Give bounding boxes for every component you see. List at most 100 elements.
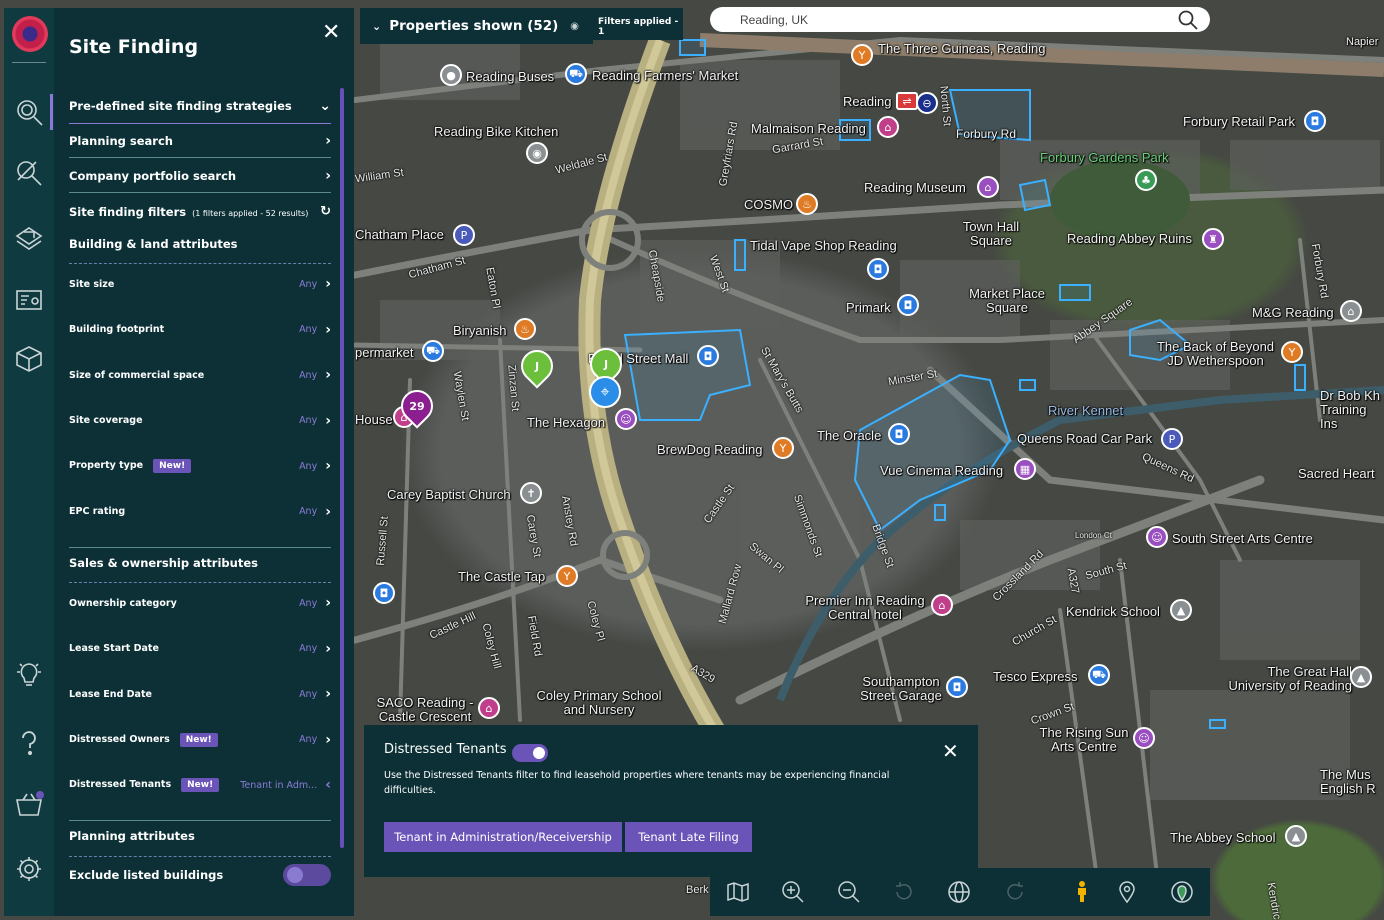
filter-row[interactable]: Distressed Owners New! Any › <box>69 732 331 748</box>
location-pin-icon[interactable] <box>1113 878 1141 906</box>
map-label: Tidal Vape Shop Reading <box>750 238 897 253</box>
location-icon[interactable]: ◉ <box>526 142 548 164</box>
tenant-late-filing-button[interactable]: Tenant Late Filing <box>625 822 752 852</box>
hotel-icon[interactable]: ⌂ <box>478 697 500 719</box>
filters-note: (1 filters applied - 52 results) <box>192 208 309 218</box>
school-icon[interactable]: ▲ <box>1170 599 1192 621</box>
pub-icon[interactable]: Y <box>851 44 873 66</box>
shopping-bag-icon[interactable]: ◘ <box>867 258 889 280</box>
properties-shown-bar[interactable]: ⌄ Properties shown (52) ◉ <box>360 8 593 44</box>
map-label: The Great Hall University of Reading <box>1228 664 1352 693</box>
tenant-administration-button[interactable]: Tenant in Administration/Receivership <box>384 822 622 852</box>
shopping-bag-icon[interactable]: ◘ <box>897 294 919 316</box>
close-popup-button[interactable]: ✕ <box>942 739 959 763</box>
shopping-icon[interactable]: ⛟ <box>1088 664 1110 686</box>
eye-icon[interactable]: ◉ <box>570 21 579 32</box>
theatre-icon[interactable]: ☺ <box>1133 727 1155 749</box>
rail-station-icon[interactable]: ⇌ <box>896 92 918 110</box>
filters-label: Site finding filters (1 filters applied -… <box>69 204 309 219</box>
filter-row[interactable]: Ownership category Any › <box>69 595 331 611</box>
shopping-bag-icon[interactable]: ◘ <box>888 423 910 445</box>
parking-icon[interactable]: P <box>1161 428 1183 450</box>
search-sites-icon[interactable] <box>12 95 46 129</box>
restaurant-icon[interactable]: ♨ <box>796 193 818 215</box>
refresh-icon[interactable]: ↻ <box>320 204 331 219</box>
shopping-bag-icon[interactable]: ◘ <box>373 582 395 604</box>
pub-icon[interactable]: Y <box>556 565 578 587</box>
exclude-listed-toggle[interactable] <box>283 864 331 886</box>
underground-icon[interactable]: ⊖ <box>916 92 938 114</box>
filter-row[interactable]: Lease End Date Any › <box>69 686 331 702</box>
parking-icon[interactable]: P <box>453 224 475 246</box>
basket-icon[interactable] <box>12 788 46 822</box>
bank-icon[interactable]: ⌂ <box>1340 300 1362 322</box>
hotel-icon[interactable]: ⌂ <box>931 594 953 616</box>
filter-label: Site coverage <box>69 415 143 426</box>
map-view-icon[interactable] <box>724 878 752 906</box>
filter-row[interactable]: Size of commercial space Any › <box>69 367 331 383</box>
school-icon[interactable]: ▲ <box>1285 825 1307 847</box>
help-icon[interactable] <box>12 726 46 760</box>
panel-scrollbar[interactable] <box>340 88 344 848</box>
theatre-icon[interactable]: ☺ <box>1146 526 1168 548</box>
search-icon[interactable] <box>1177 9 1199 31</box>
3d-box-icon[interactable] <box>12 341 46 375</box>
filter-row[interactable]: Building footprint Any › <box>69 322 331 338</box>
filter-row[interactable]: Site size Any › <box>69 276 331 292</box>
filter-value: Any <box>299 415 318 426</box>
3d-globe-icon[interactable] <box>945 878 973 906</box>
dashboard-icon[interactable] <box>12 283 46 317</box>
hotel-icon[interactable]: ⌂ <box>877 116 899 138</box>
restaurant-icon[interactable]: ♨ <box>514 318 536 340</box>
zoom-out-icon[interactable] <box>835 878 863 906</box>
predefined-strategies-toggle[interactable]: Pre-defined site finding strategies ⌄ <box>69 98 331 114</box>
section-label: Planning search <box>69 134 173 148</box>
crosshair-icon[interactable]: ⌖ <box>589 376 621 408</box>
map-label: The Hexagon <box>527 415 606 430</box>
bus-station-icon[interactable]: ● <box>440 64 462 86</box>
distressed-tenants-switch[interactable] <box>512 744 548 762</box>
lightbulb-icon[interactable] <box>12 657 46 691</box>
filter-row[interactable]: EPC rating Any › <box>69 504 331 520</box>
company-portfolio-link[interactable]: Company portfolio search › <box>69 168 331 184</box>
historic-site-icon[interactable]: ♜ <box>1202 228 1224 250</box>
filter-row[interactable]: Property type New! Any › <box>69 458 331 474</box>
rotate-left-icon[interactable] <box>890 878 918 906</box>
shopping-bag-icon[interactable]: ◘ <box>1304 110 1326 132</box>
map-label: Forbury Gardens Park <box>1040 150 1169 165</box>
zoom-in-icon[interactable] <box>779 878 807 906</box>
my-location-icon[interactable] <box>1168 878 1196 906</box>
map-label: Tesco Express <box>993 669 1078 684</box>
shopping-bag-icon[interactable]: ◘ <box>946 676 968 698</box>
school-icon[interactable]: ▲ <box>1350 666 1372 688</box>
planning-search-link[interactable]: Planning search › <box>69 133 331 149</box>
shopping-bag-icon[interactable]: ◘ <box>697 345 719 367</box>
street-view-icon[interactable] <box>1068 878 1096 906</box>
rotate-right-icon[interactable] <box>1001 878 1029 906</box>
shopping-icon[interactable]: ⛟ <box>565 63 587 85</box>
filter-label: Distressed Tenants New! <box>69 778 220 792</box>
map-label: Coley Primary School and Nursery <box>536 688 662 717</box>
settings-icon[interactable] <box>12 852 46 886</box>
map-label: Primark <box>846 300 891 315</box>
map-label: Carey Baptist Church <box>387 487 511 502</box>
church-icon[interactable]: ✝ <box>520 482 542 504</box>
pub-icon[interactable]: Y <box>772 437 794 459</box>
logo-icon[interactable] <box>12 16 48 52</box>
museum-icon[interactable]: ⌂ <box>977 176 999 198</box>
search-input[interactable] <box>740 11 1160 28</box>
filter-row[interactable]: Lease Start Date Any › <box>69 641 331 657</box>
measure-icon[interactable] <box>12 156 46 190</box>
theatre-icon[interactable]: ☺ <box>615 408 637 430</box>
close-panel-button[interactable]: ✕ <box>322 20 340 45</box>
filter-label: EPC rating <box>69 506 126 517</box>
filter-row[interactable]: Site coverage Any › <box>69 413 331 429</box>
popup-title: Distressed Tenants <box>384 742 507 757</box>
park-icon[interactable]: ♣ <box>1135 169 1157 191</box>
cinema-icon[interactable]: ▦ <box>1014 458 1036 480</box>
shopping-icon[interactable]: ⛟ <box>422 340 444 362</box>
layers-icon[interactable] <box>12 222 46 256</box>
pub-icon[interactable]: Y <box>1281 341 1303 363</box>
filter-row[interactable]: Distressed Tenants New! Tenant in Adm... ‹ <box>69 777 331 793</box>
filters-applied-bar[interactable]: Filters applied - 1 <box>593 8 683 40</box>
